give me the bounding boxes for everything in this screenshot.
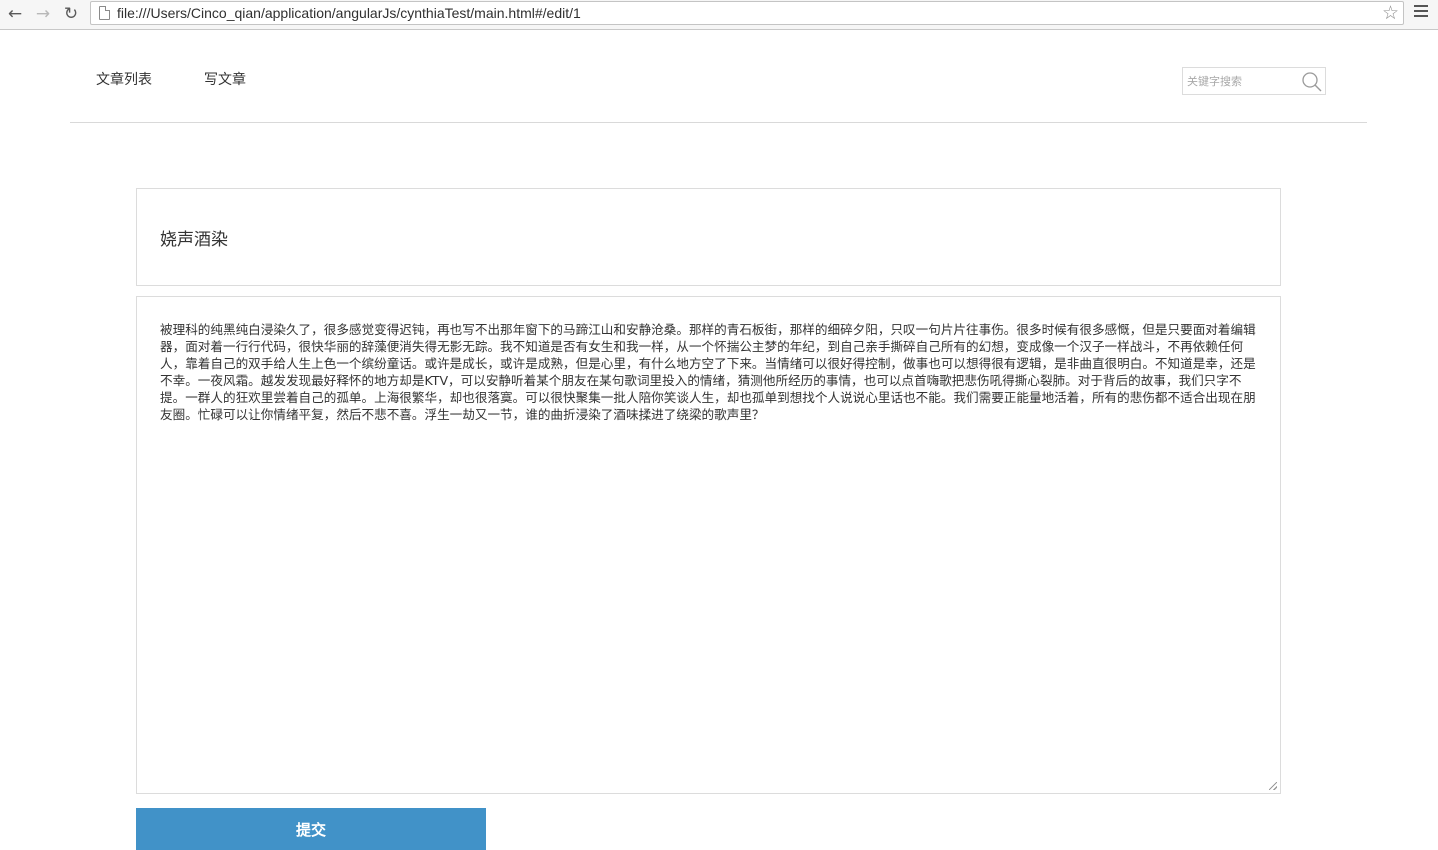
resize-handle-icon[interactable]	[1269, 782, 1277, 790]
title-input[interactable]	[160, 225, 1250, 249]
file-icon	[99, 6, 110, 20]
back-icon[interactable]: ←	[4, 3, 26, 25]
title-field-container	[136, 188, 1281, 286]
address-url[interactable]: file:///Users/Cinco_qian/application/ang…	[117, 5, 581, 21]
content-field-container: 被理科的纯黑纯白浸染久了，很多感觉变得迟钝，再也写不出那年窗下的马蹄江山和安静沧…	[136, 296, 1281, 794]
reload-icon[interactable]: ↻	[60, 3, 82, 25]
menu-icon[interactable]	[1414, 5, 1428, 19]
nav-article-list[interactable]: 文章列表	[96, 69, 152, 89]
search-box	[1182, 67, 1326, 95]
address-bar[interactable]: file:///Users/Cinco_qian/application/ang…	[90, 1, 1404, 25]
site-header: 文章列表 写文章	[70, 30, 1367, 123]
bookmark-star-icon[interactable]: ☆	[1382, 2, 1399, 24]
submit-button[interactable]: 提交	[136, 808, 486, 850]
content-textarea[interactable]: 被理科的纯黑纯白浸染久了，很多感觉变得迟钝，再也写不出那年窗下的马蹄江山和安静沧…	[160, 321, 1257, 781]
search-input[interactable]	[1187, 72, 1297, 90]
browser-toolbar: ← → ↻ file:///Users/Cinco_qian/applicati…	[0, 0, 1438, 30]
search-icon[interactable]	[1301, 71, 1323, 93]
nav-write-article[interactable]: 写文章	[204, 69, 246, 89]
forward-icon[interactable]: →	[32, 3, 54, 25]
